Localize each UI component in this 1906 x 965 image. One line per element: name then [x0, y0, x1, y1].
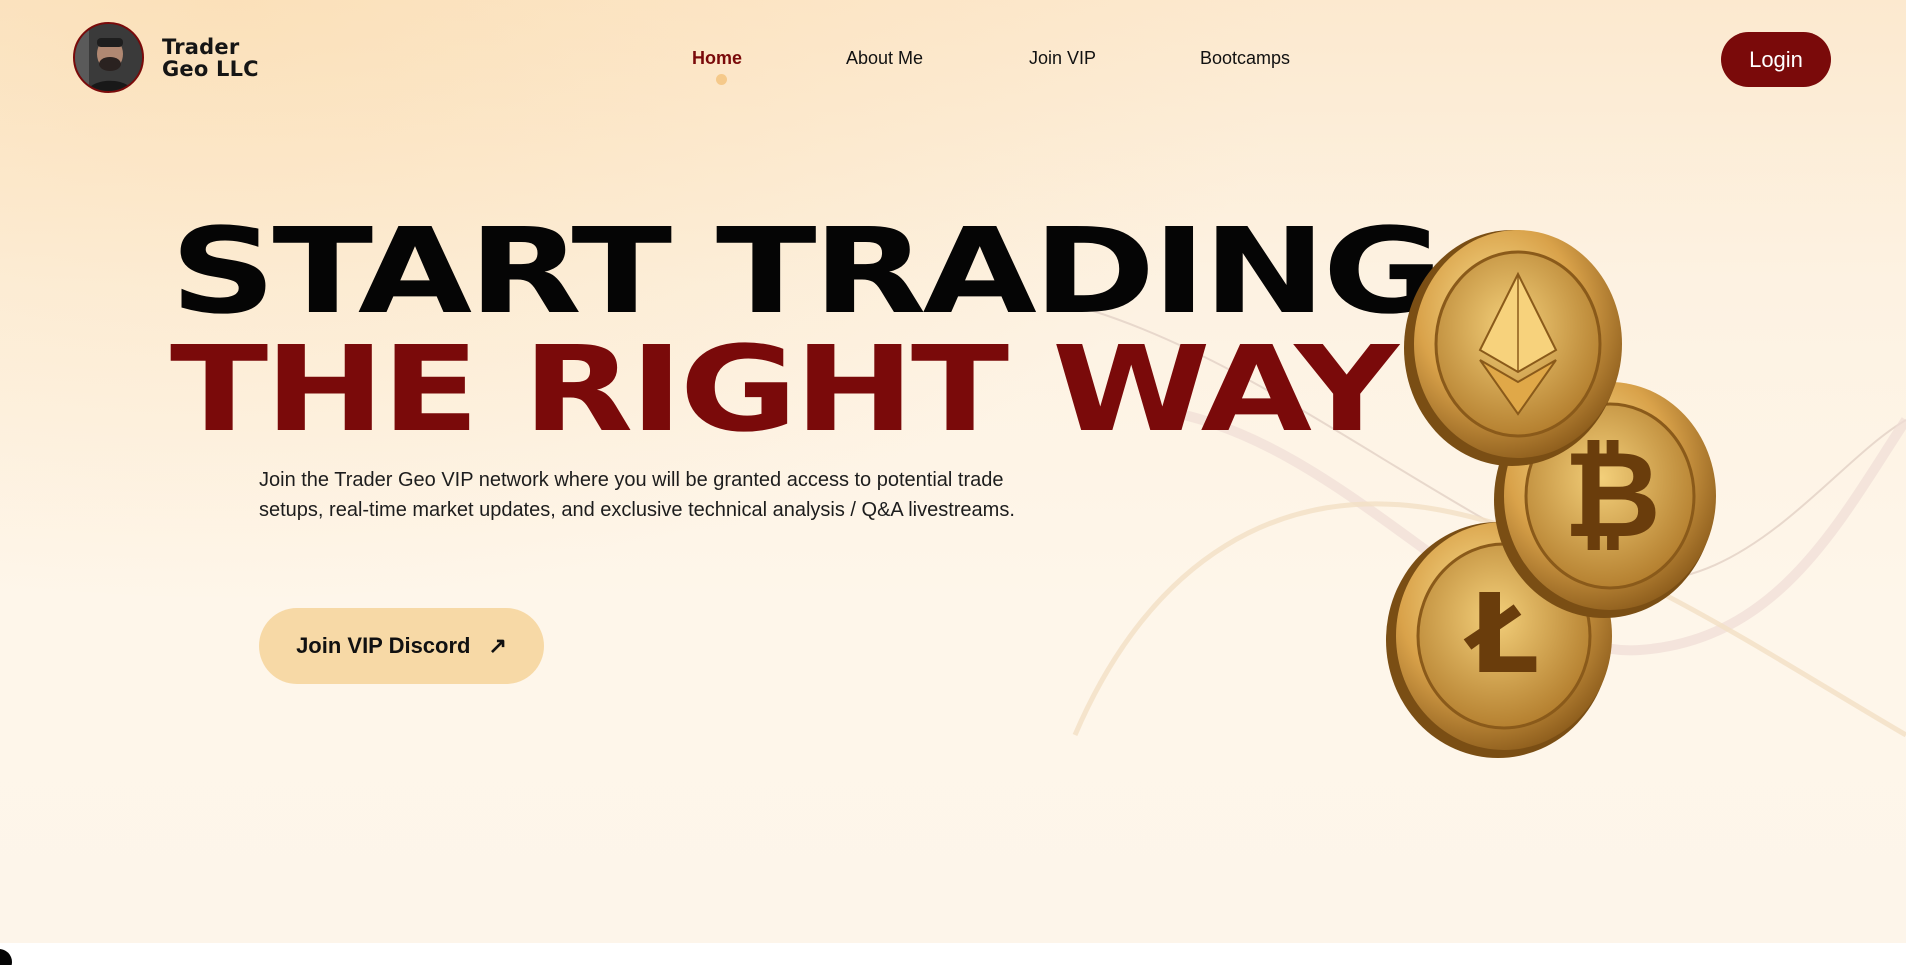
login-button[interactable]: Login: [1721, 32, 1831, 87]
svg-text:Ł: Ł: [1464, 570, 1540, 698]
join-vip-discord-button[interactable]: Join VIP Discord ↗: [259, 608, 544, 684]
arrow-up-right-icon: ↗: [488, 633, 507, 658]
cta-label: Join VIP Discord: [296, 633, 471, 658]
headline-line-1: START TRADING: [170, 202, 1444, 340]
nav-item-about-me[interactable]: About Me: [846, 48, 923, 69]
nav-active-indicator: [716, 74, 727, 85]
avatar: [73, 22, 144, 93]
nav-item-home[interactable]: Home: [692, 48, 742, 69]
hero-description: Join the Trader Geo VIP network where yo…: [259, 469, 1015, 521]
crypto-coins-illustration: Ł ₿: [1386, 230, 1716, 758]
hero-headline: START TRADING THE RIGHT WAY: [170, 212, 1444, 448]
brand-name: Trader Geo LLC: [162, 36, 259, 80]
headline-line-2: THE RIGHT WAY: [170, 320, 1399, 458]
brand-name-line2: Geo LLC: [162, 56, 259, 81]
next-section-decoration: [0, 949, 12, 965]
brand-logo-link[interactable]: Trader Geo LLC: [73, 22, 259, 93]
brand-name-line1: Trader: [162, 34, 240, 59]
svg-text:₿: ₿: [1563, 426, 1661, 565]
hero-section: Trader Geo LLC Home About Me Join VIP Bo…: [0, 0, 1906, 943]
nav-item-join-vip[interactable]: Join VIP: [1029, 48, 1096, 69]
nav-item-bootcamps[interactable]: Bootcamps: [1200, 48, 1290, 69]
next-section-peek: [0, 943, 1906, 965]
